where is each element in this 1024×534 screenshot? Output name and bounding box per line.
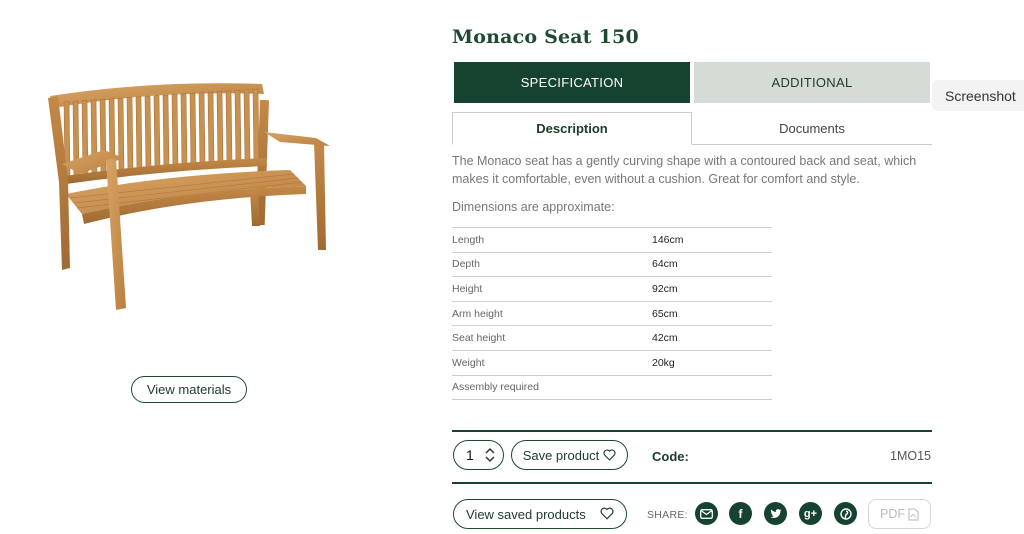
quantity-stepper[interactable]: 1: [453, 440, 504, 470]
share-label: SHARE:: [647, 509, 688, 521]
table-row: Height 92cm: [452, 276, 772, 302]
spec-label: Weight: [452, 349, 652, 376]
screenshot-overlay-tab[interactable]: Screenshot: [932, 80, 1024, 111]
bench-slat: [180, 93, 188, 169]
spec-label: Height: [452, 276, 652, 302]
heart-icon: [603, 449, 616, 461]
code-value: 1MO15: [890, 449, 931, 463]
save-product-label: Save product: [522, 447, 600, 463]
bench-slat: [234, 89, 242, 164]
spec-label: Seat height: [452, 325, 652, 351]
table-row: Seat height 42cm: [452, 325, 772, 351]
bench-slat: [117, 97, 125, 175]
bench-slat: [252, 88, 260, 163]
tab-documents[interactable]: Documents: [692, 112, 932, 145]
stepper-arrows-icon[interactable]: [485, 447, 495, 463]
table-row: Weight 20kg: [452, 349, 772, 376]
bench-slat: [189, 92, 197, 168]
heart-icon: [600, 507, 614, 520]
bench-slat: [243, 89, 251, 163]
spec-value: 65cm: [652, 300, 772, 326]
bench-slat: [207, 91, 215, 167]
spec-value: 20kg: [652, 349, 772, 376]
bench-slat: [171, 93, 179, 170]
tab-specification[interactable]: SPECIFICATION: [454, 62, 690, 103]
spec-label: Assembly required: [452, 374, 652, 401]
view-saved-products-label: View saved products: [466, 506, 586, 522]
product-description: The Monaco seat has a gently curving sha…: [452, 154, 917, 186]
bench-slat: [126, 96, 134, 174]
view-materials-button[interactable]: View materials: [131, 376, 247, 403]
table-row: Depth 64cm: [452, 251, 772, 277]
bench-slat: [153, 95, 161, 171]
tab-description[interactable]: Description: [452, 112, 692, 145]
spec-label: Arm height: [452, 300, 652, 326]
pinterest-icon[interactable]: [834, 502, 857, 525]
product-title: Monaco Seat 150: [452, 26, 639, 48]
table-row: Arm height 65cm: [452, 300, 772, 326]
facebook-icon[interactable]: f: [729, 502, 752, 525]
pdf-label: PDF: [880, 507, 905, 521]
email-icon[interactable]: [695, 502, 718, 525]
sub-tab-bar: Description Documents: [452, 112, 932, 145]
pdf-file-icon: [908, 507, 919, 521]
section-divider: [452, 482, 932, 484]
bench-slat: [162, 94, 170, 171]
bench-slat: [135, 96, 143, 173]
bench-slat: [216, 90, 224, 166]
bench-slat: [144, 95, 152, 172]
spec-value: 64cm: [652, 251, 772, 277]
product-image: [48, 83, 330, 310]
spec-label: Depth: [452, 251, 652, 277]
table-row: Length 146cm: [452, 227, 772, 253]
spec-value: 146cm: [652, 227, 772, 253]
table-row: Assembly required: [452, 374, 772, 401]
spec-value: [652, 374, 772, 401]
tab-additional[interactable]: ADDITIONAL: [694, 62, 930, 103]
spec-label: Length: [452, 227, 652, 253]
code-label: Code:: [652, 449, 689, 464]
spec-value: 42cm: [652, 325, 772, 351]
spec-table: Length 146cm Depth 64cm Height 92cm Arm …: [452, 227, 772, 401]
view-saved-products-button[interactable]: View saved products: [453, 499, 627, 529]
dimensions-label: Dimensions are approximate:: [452, 200, 615, 214]
google-plus-icon[interactable]: g+: [799, 502, 822, 525]
spec-value: 92cm: [652, 276, 772, 302]
section-divider: [452, 430, 932, 432]
bench-slat: [198, 92, 206, 167]
save-product-button[interactable]: Save product: [511, 440, 628, 470]
quantity-value: 1: [466, 447, 474, 463]
twitter-icon[interactable]: [764, 502, 787, 525]
bench-slat: [225, 90, 233, 165]
pdf-download-button[interactable]: PDF: [868, 499, 931, 529]
